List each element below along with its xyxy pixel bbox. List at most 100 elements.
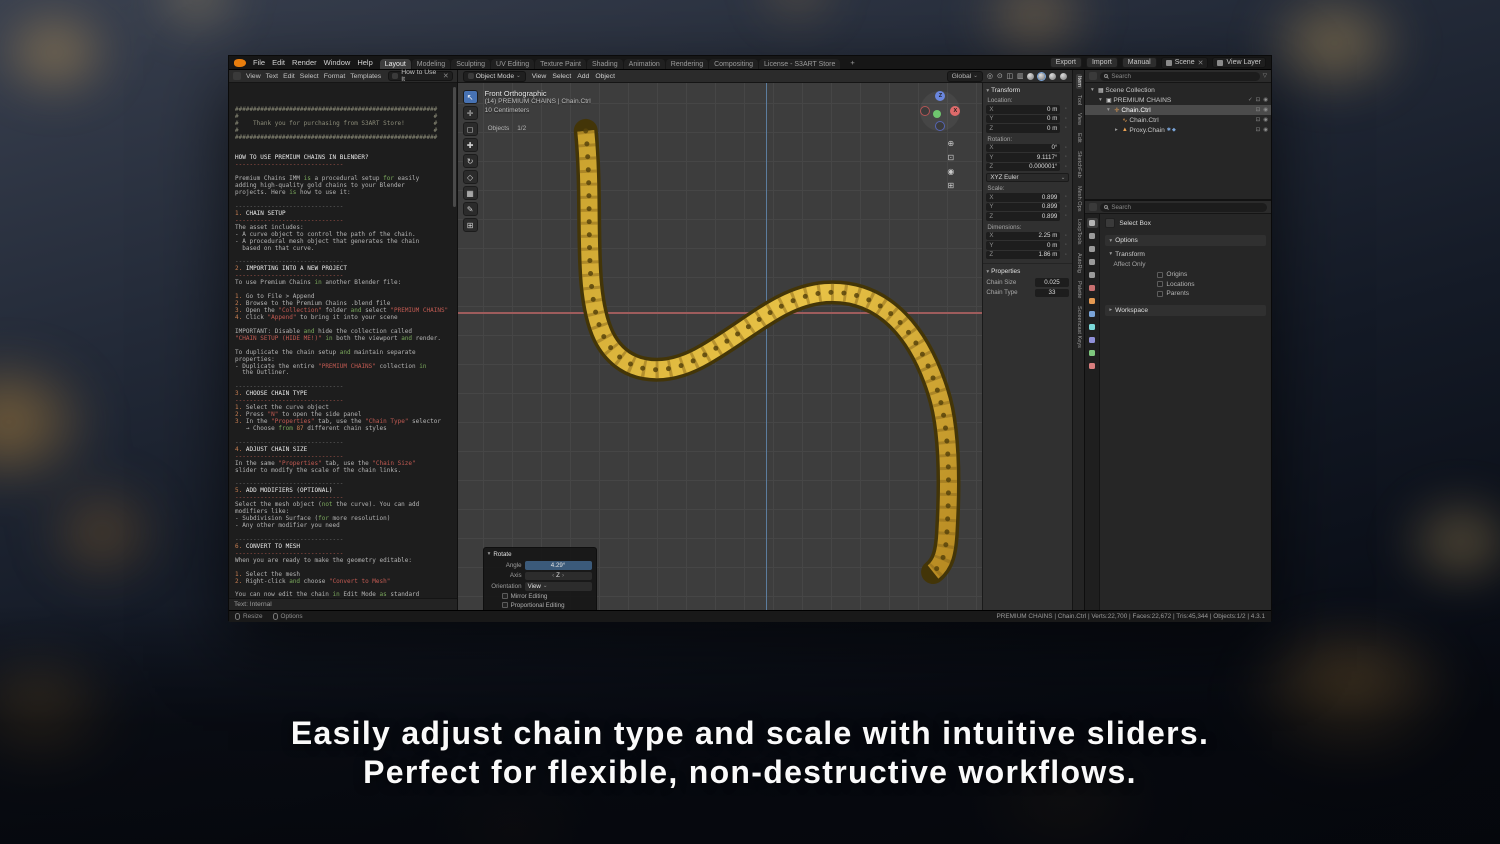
lock-icon[interactable]: ◦	[1062, 233, 1069, 239]
properties-tab-output[interactable]	[1087, 244, 1098, 254]
workspace-tab[interactable]: Rendering	[665, 59, 709, 69]
rotate-tool-icon[interactable]: ↻	[462, 154, 478, 168]
gizmo-z-neg-axis[interactable]	[935, 121, 946, 131]
workspace-tab[interactable]: License - S3ART Store	[759, 59, 841, 69]
operator-checkbox-mirror-editing[interactable]: Mirror Editing	[501, 593, 592, 600]
box-tool-icon[interactable]: ◻	[462, 122, 478, 136]
workspace-panel-header[interactable]: ▸ Workspace	[1105, 304, 1266, 316]
text-editor-type-icon[interactable]	[233, 72, 241, 80]
outliner-row-chain-ctrl[interactable]: ∿ Chain.Ctrl ⊡ ◉	[1085, 115, 1271, 125]
operator-angle-field[interactable]: 4.29°	[524, 561, 592, 570]
move-view-icon[interactable]: ⊡	[947, 153, 955, 162]
zoom-icon[interactable]: ⊕	[947, 139, 955, 148]
field-location-x[interactable]: X0 m	[986, 105, 1061, 114]
lock-icon[interactable]: ◦	[1062, 154, 1069, 160]
properties-tab-render[interactable]	[1087, 231, 1098, 241]
property-chain-size-field[interactable]: 0.025	[1034, 278, 1070, 287]
text-menu-templates[interactable]: Templates	[350, 73, 381, 80]
text-editor-body[interactable]: ########################################…	[229, 83, 457, 598]
topbar-button-export[interactable]: Export	[1049, 57, 1082, 68]
shading-rendered-icon[interactable]	[1060, 72, 1068, 80]
hide-viewport-icon[interactable]: ⊡	[1256, 97, 1261, 103]
rotation-mode-dropdown[interactable]: XYZ Euler ⌄	[986, 173, 1070, 182]
operator-panel-rotate[interactable]: ▾ Rotate Angle 4.29° Axis ‹ Z › Orientation Vie…	[482, 547, 597, 610]
lock-icon[interactable]: ◦	[1062, 145, 1069, 151]
sidebar-tab-autorig[interactable]: AutoRig	[1076, 251, 1082, 275]
scale-tool-icon[interactable]: ◇	[462, 170, 478, 184]
properties-tab-modifiers[interactable]	[1087, 309, 1098, 319]
lock-icon[interactable]: ◦	[1062, 194, 1069, 200]
text-menu-edit[interactable]: Edit	[283, 73, 295, 80]
sidebar-tab-looptools[interactable]: LoopTools	[1076, 217, 1082, 247]
workspace-tab[interactable]: Sculpting	[451, 59, 491, 69]
text-menu-view[interactable]: View	[246, 73, 261, 80]
filter-icon[interactable]: ▽	[1263, 73, 1267, 79]
scene-selector[interactable]: Scene ✕	[1160, 56, 1209, 69]
properties-tab-constraints[interactable]	[1087, 335, 1098, 345]
workspace-tab[interactable]: Modeling	[411, 59, 451, 69]
affect-checkbox-parents[interactable]: Parents	[1157, 289, 1266, 299]
outliner-row-scene collection[interactable]: ▾ ▦ Scene Collection	[1085, 85, 1271, 95]
orientation-dropdown[interactable]: Global ⌄	[946, 70, 983, 82]
outliner-row-chain-ctrl[interactable]: ▾ ✛ Chain.Ctrl ⊡ ◉	[1085, 105, 1271, 115]
sidebar-tab-sketchfab[interactable]: SketchFab	[1076, 149, 1082, 180]
outliner-row-proxy-chain[interactable]: ▸ ▲ Proxy.Chain ✱ ◆ ⊡ ◉	[1085, 125, 1271, 135]
field-location-y[interactable]: Y0 m	[986, 114, 1061, 123]
hide-render-icon[interactable]: ◉	[1263, 127, 1268, 133]
outliner-row-premium chains[interactable]: ▾ ▣ PREMIUM CHAINS ✓ ⊡ ◉	[1085, 95, 1271, 105]
cursor-tool-icon[interactable]: ✛	[462, 106, 478, 120]
topbar-menu-file[interactable]: File	[253, 58, 265, 67]
field-rotation-z[interactable]: Z 0.000001°	[986, 162, 1061, 171]
xray-icon[interactable]: ▥	[1017, 72, 1023, 80]
outliner-type-icon[interactable]	[1089, 72, 1098, 80]
panel-collapse-icon[interactable]: ▾	[488, 551, 491, 558]
topbar-menu-help[interactable]: Help	[357, 58, 372, 67]
properties-tab-material[interactable]	[1087, 361, 1098, 371]
workspace-tab[interactable]: Compositing	[709, 59, 759, 69]
outliner-search[interactable]: Search	[1100, 71, 1260, 81]
lock-icon[interactable]: ◦	[1062, 125, 1069, 131]
annotate-tool-icon[interactable]: ✎	[462, 202, 478, 216]
transform-subpanel-header[interactable]: ▾ Transform	[1105, 249, 1266, 259]
sidebar-tab-tool[interactable]: Tool	[1076, 93, 1082, 107]
sidebar-tab-edit[interactable]: Edit	[1076, 131, 1082, 145]
gizmo-y-axis[interactable]	[933, 110, 942, 118]
move-tool-icon[interactable]: ✚	[462, 138, 478, 152]
operator-axis-field[interactable]: ‹ Z ›	[524, 571, 592, 580]
panel-collapse-icon[interactable]: ▾	[986, 88, 989, 94]
add-cube-tool-icon[interactable]: ⊞	[462, 218, 478, 232]
expander-icon[interactable]: ▸	[1112, 127, 1120, 133]
toggle-grid-icon[interactable]: ⊞	[947, 181, 955, 190]
camera-view-icon[interactable]: ◉	[947, 167, 954, 176]
text-close-icon[interactable]: ✕	[443, 72, 449, 80]
field-scale-z[interactable]: Z 0.899	[986, 212, 1061, 221]
hide-viewport-icon[interactable]: ⊡	[1256, 127, 1261, 133]
operator-checkbox-proportional-editing[interactable]: Proportional Editing	[501, 602, 592, 609]
lock-icon[interactable]: ◦	[1062, 213, 1069, 219]
affect-checkbox-locations[interactable]: Locations	[1157, 280, 1266, 290]
properties-tab-tool[interactable]	[1086, 218, 1098, 228]
collection-checkbox-icon[interactable]: ✓	[1248, 97, 1253, 103]
text-menu-select[interactable]: Select	[300, 73, 319, 80]
hide-render-icon[interactable]: ◉	[1263, 117, 1268, 123]
properties-type-icon[interactable]	[1089, 203, 1098, 211]
sidebar-tab-mesh-ops[interactable]: Mesh Ops	[1076, 184, 1082, 214]
arrow-left-icon[interactable]: ‹	[552, 572, 554, 579]
options-panel-header[interactable]: ▾ Options	[1105, 235, 1266, 246]
workspace-tab[interactable]: Shading	[586, 59, 623, 69]
gizmo-x-axis[interactable]: X	[950, 106, 961, 116]
proportional-edit-icon[interactable]: ⊙	[997, 72, 1003, 80]
properties-tab-object-data[interactable]	[1087, 348, 1098, 358]
text-menu-format[interactable]: Format	[324, 73, 346, 80]
topbar-menu-edit[interactable]: Edit	[272, 58, 285, 67]
lock-icon[interactable]: ◦	[1062, 164, 1069, 170]
affect-checkbox-origins[interactable]: Origins	[1157, 270, 1266, 280]
arrow-right-icon[interactable]: ›	[562, 572, 564, 579]
topbar-button-manual[interactable]: Manual	[1121, 57, 1157, 68]
shading-wireframe-icon[interactable]	[1027, 72, 1035, 80]
text-editor-scrollbar[interactable]	[452, 87, 456, 207]
operator-orientation-field[interactable]: View ⌄	[524, 582, 592, 591]
text-datablock[interactable]: How to Use It ✕	[388, 69, 453, 83]
field-location-z[interactable]: Z0 m	[986, 124, 1061, 133]
expander-icon[interactable]: ▾	[1088, 87, 1096, 93]
